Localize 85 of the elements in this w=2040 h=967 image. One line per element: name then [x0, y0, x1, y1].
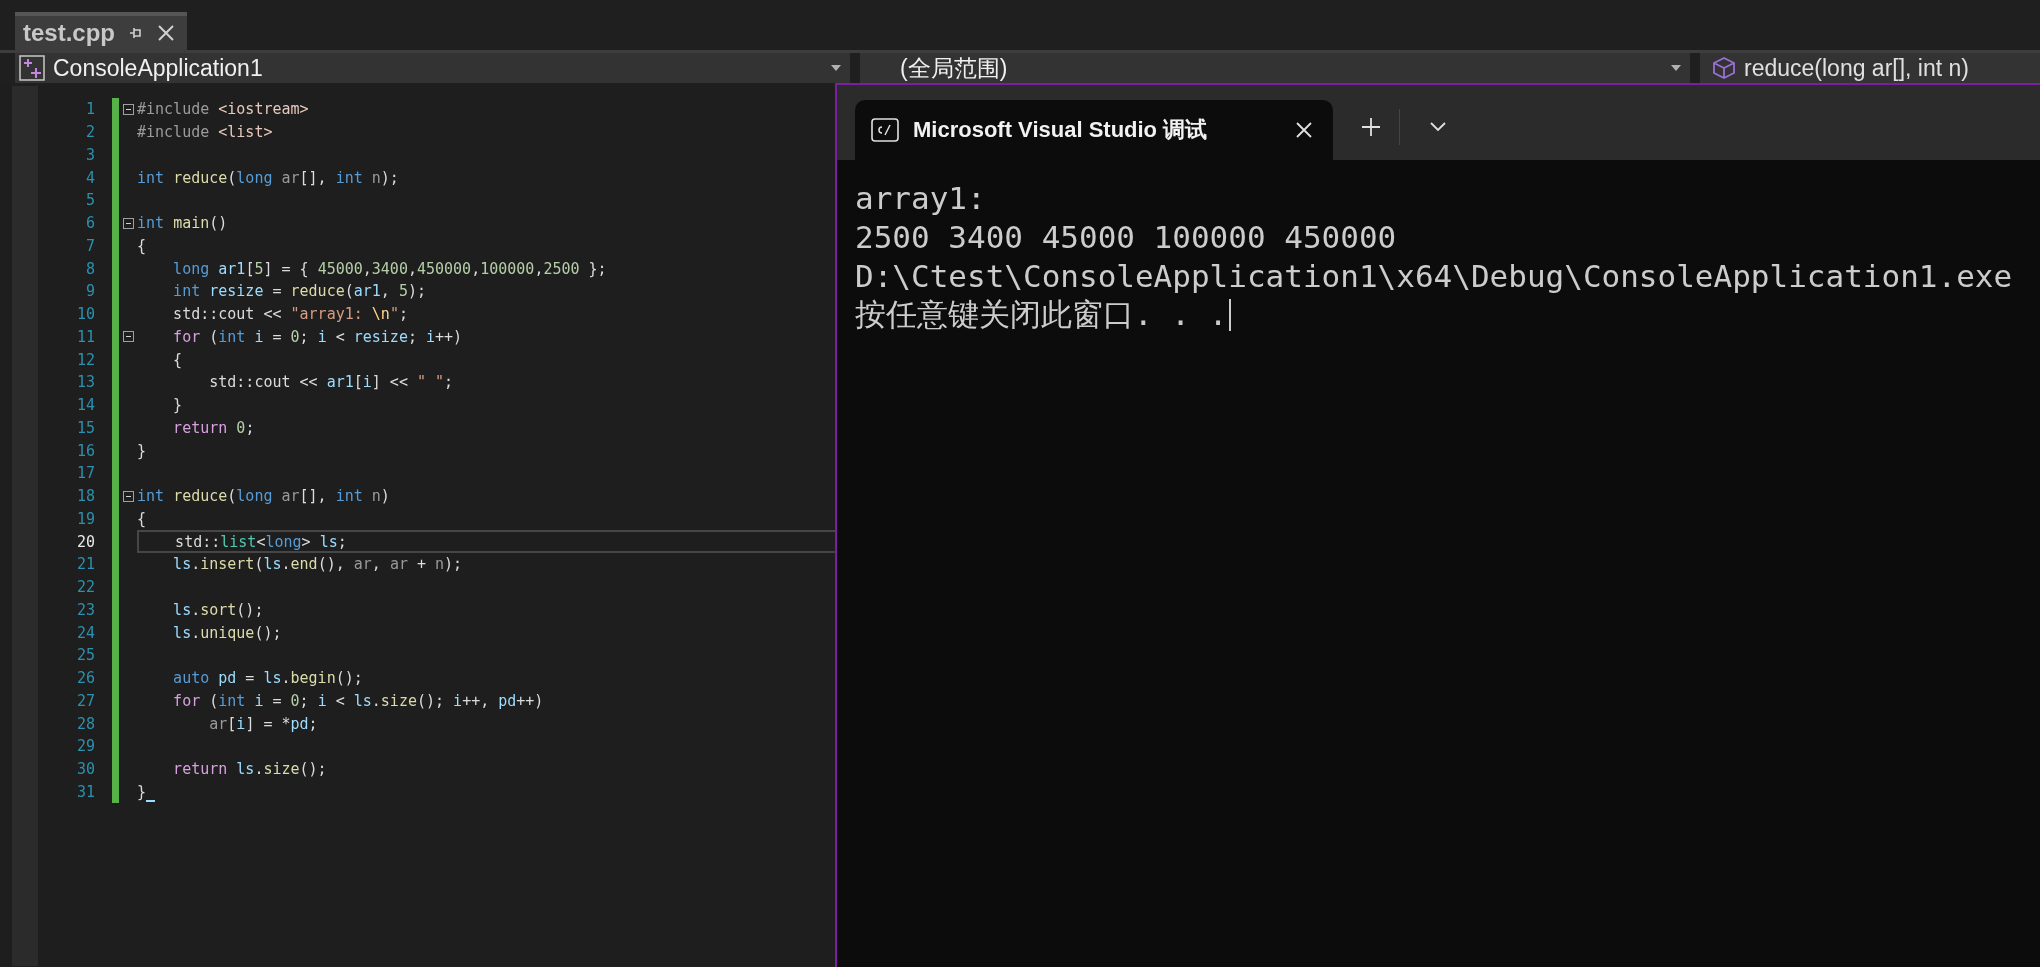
code-line: {	[137, 509, 147, 528]
collapse-icon	[122, 103, 134, 115]
collapse-button[interactable]	[122, 490, 134, 502]
code-line: {	[172, 350, 183, 369]
line-number: 7	[85, 236, 95, 255]
line-number: 18	[76, 487, 95, 506]
code-line: return 0;	[172, 418, 255, 437]
caret-icon	[830, 64, 842, 72]
line-number: 23	[76, 600, 95, 619]
line-number: 12	[76, 350, 95, 369]
code-line: }	[137, 782, 147, 801]
code-line: std::list<long> ls;	[174, 532, 347, 551]
line-number: 6	[85, 214, 95, 233]
line-number: 26	[76, 669, 95, 688]
line-number: 28	[76, 714, 95, 733]
project-dropdown[interactable]: ConsoleApplication1	[15, 53, 850, 83]
code-line: ls.insert(ls.end(), ar, ar + n);	[172, 555, 463, 574]
terminal-tab[interactable]: Microsoft Visual Studio 调试	[855, 100, 1333, 160]
code-line: #include <iostream>	[137, 100, 309, 119]
scope-dropdown[interactable]: (全局范围)	[860, 53, 1690, 83]
collapse-button[interactable]	[122, 331, 134, 343]
line-number: 21	[76, 555, 95, 574]
line-number: 13	[76, 373, 95, 392]
line-number: 27	[76, 691, 95, 710]
caret-icon	[1670, 64, 1682, 72]
text-cursor	[146, 800, 156, 803]
code-line: auto pd = ls.begin();	[172, 669, 363, 688]
line-number: 22	[76, 578, 95, 597]
code-line: int resize = reduce(ar1, 5);	[172, 282, 426, 301]
chevron-down-icon	[1430, 121, 1446, 132]
code-line: {	[137, 236, 147, 255]
code-line: }	[137, 441, 147, 460]
line-number: 15	[76, 418, 95, 437]
code-line: std::cout << "array1: \n";	[172, 305, 408, 324]
file-tab[interactable]: test.cpp	[15, 12, 187, 50]
close-icon	[1295, 121, 1313, 139]
line-number: 9	[85, 282, 95, 301]
collapse-icon	[122, 331, 134, 343]
plus-icon	[1361, 116, 1381, 137]
cube-icon	[1712, 56, 1736, 80]
code-line: std::cout << ar1[i] << " ";	[208, 373, 454, 392]
code-line: ar[i] = *pd;	[208, 714, 318, 733]
line-number: 30	[76, 760, 95, 779]
code-line: int reduce(long ar[], int n)	[137, 487, 390, 506]
line-number: 1	[85, 100, 95, 119]
code-line: return ls.size();	[172, 760, 327, 779]
text-cursor	[1229, 298, 1232, 331]
line-number: 31	[76, 782, 95, 801]
line-number: 2	[85, 123, 95, 142]
pin-icon	[127, 25, 143, 41]
line-number: 10	[76, 305, 95, 324]
collapse-icon	[122, 217, 134, 229]
line-number: 29	[76, 737, 95, 756]
collapse-button[interactable]	[122, 217, 134, 229]
line-number: 4	[85, 168, 95, 187]
member-dropdown[interactable]: reduce(long ar[], int n)	[1700, 53, 2040, 83]
code-line: int main()	[137, 214, 228, 233]
line-number: 17	[76, 464, 95, 483]
close-icon	[157, 24, 175, 42]
collapse-button[interactable]	[122, 103, 134, 115]
collapse-icon	[122, 490, 134, 502]
output-line: 按任意键关闭此窗口. . .	[855, 294, 1228, 334]
output-line: D:\Ctest\ConsoleApplication1\x64\Debug\ConsoleApplication1.exe	[855, 257, 2013, 294]
line-number: 5	[85, 191, 95, 210]
code-line: ls.sort();	[172, 600, 264, 619]
line-number: 19	[76, 509, 95, 528]
code-line: #include <list>	[137, 123, 273, 142]
line-number: 3	[85, 145, 95, 164]
line-number: 20	[76, 532, 95, 551]
output-line: array1:	[855, 179, 986, 216]
line-number: 16	[76, 441, 95, 460]
console-icon	[871, 118, 899, 142]
code-line: long ar1[5] = { 45000,3400,450000,100000,2500 };	[172, 259, 607, 278]
code-line: for (int i = 0; i < ls.size(); i++, pd++)	[172, 691, 544, 710]
code-line: }	[172, 396, 183, 415]
line-number: 25	[76, 646, 95, 665]
line-number: 11	[76, 327, 95, 346]
code-line: for (int i = 0; i < resize; i++)	[172, 327, 463, 346]
project-icon	[19, 55, 45, 81]
code-line: ls.unique();	[172, 623, 282, 642]
line-number: 8	[85, 259, 95, 278]
output-line: 2500 3400 45000 100000 450000	[855, 218, 1397, 255]
code-line: int reduce(long ar[], int n);	[137, 168, 399, 187]
line-number: 24	[76, 623, 95, 642]
line-number: 14	[76, 396, 95, 415]
